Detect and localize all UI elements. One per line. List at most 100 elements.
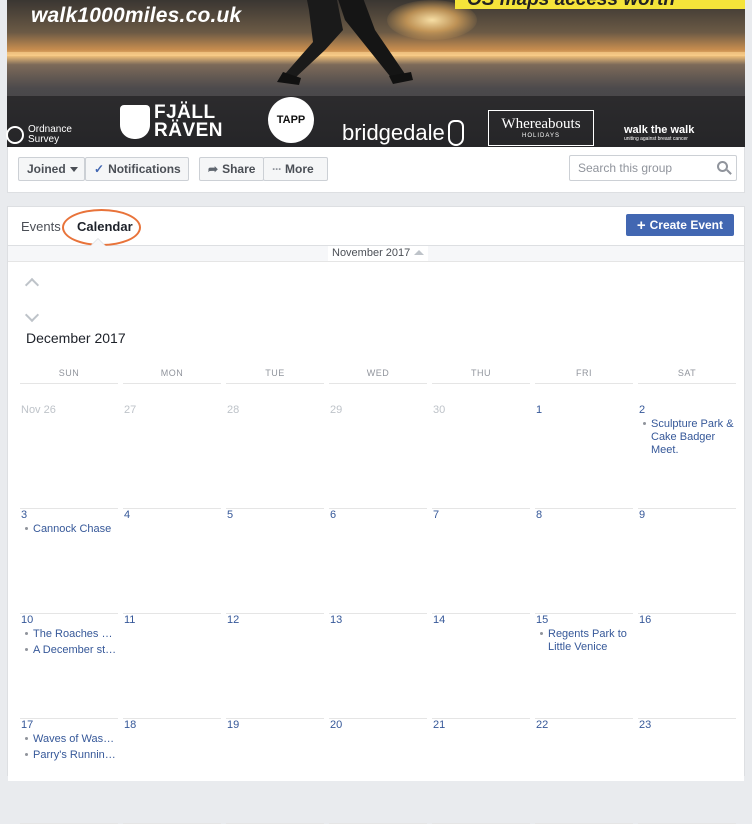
day-number: 21 xyxy=(433,719,446,731)
calendar-day-cell[interactable]: 7 xyxy=(432,509,530,614)
calendar-day-cell[interactable]: 30 xyxy=(432,404,530,509)
notifications-label: Notifications xyxy=(108,162,181,176)
chevron-down-icon xyxy=(69,167,78,173)
day-number: 30 xyxy=(433,404,446,416)
day-number: 2 xyxy=(639,404,646,416)
calendar-day-cell[interactable]: 3 Cannock Chase xyxy=(20,509,118,614)
calendar-day-cell[interactable]: 13 xyxy=(329,614,427,719)
calendar-day-cell[interactable]: 14 xyxy=(432,614,530,719)
day-number: 19 xyxy=(227,719,240,731)
calendar-day-cell[interactable]: 5 xyxy=(226,509,324,614)
calendar-day-cell[interactable]: 17 Waves of Waste... Parry's Running... xyxy=(20,719,118,824)
share-icon: ➦ xyxy=(208,162,219,176)
create-event-button[interactable]: + Create Event xyxy=(625,214,734,236)
cover-site-text: walk1000miles.co.uk xyxy=(31,4,242,27)
day-number: 17 xyxy=(21,719,34,731)
calendar-day-cell[interactable]: 6 xyxy=(329,509,427,614)
day-number: 4 xyxy=(124,509,131,521)
calendar-day-cell[interactable]: 16 xyxy=(638,614,736,719)
calendar-day-cell[interactable]: 12 xyxy=(226,614,324,719)
more-dots-icon: ··· xyxy=(272,162,282,176)
share-button[interactable]: ➦ Share xyxy=(199,157,264,181)
tab-events[interactable]: Events xyxy=(21,219,61,234)
calendar-day-cell[interactable]: 29 xyxy=(329,404,427,509)
more-label: More xyxy=(285,162,314,176)
day-number: 11 xyxy=(124,614,136,626)
calendar-day-cell[interactable]: 28 xyxy=(226,404,324,509)
day-number: 7 xyxy=(433,509,440,521)
day-of-week-header: SAT xyxy=(638,368,736,384)
calendar-event-link[interactable]: The Roaches & ... xyxy=(25,628,117,641)
day-of-week-header: WED xyxy=(329,368,427,384)
whereabouts-logo: Whereabouts HOLIDAYS xyxy=(488,110,594,146)
calendar-day-cell[interactable]: 2 Sculpture Park & Cake Badger Meet. xyxy=(638,404,736,509)
calendar-day-cell[interactable]: Nov 26 xyxy=(20,404,118,509)
search-input[interactable] xyxy=(570,156,706,180)
walkthewalk-logo: walk the walk uniting against breast canc… xyxy=(624,124,694,142)
calendar-day-cell[interactable]: 4 xyxy=(123,509,221,614)
calendar-day-cell[interactable]: 20 xyxy=(329,719,427,824)
day-number: 18 xyxy=(124,719,137,731)
cover-promo-text: OS maps access worth £23.99 xyxy=(455,0,745,9)
calendar-event-link[interactable]: Parry's Running... xyxy=(25,749,117,762)
day-number: 16 xyxy=(639,614,652,626)
chevron-up-icon[interactable] xyxy=(24,277,40,293)
day-number: 8 xyxy=(536,509,543,521)
check-icon: ✓ xyxy=(94,162,105,176)
walker-silhouette-icon xyxy=(277,0,413,85)
day-number: 23 xyxy=(639,719,652,731)
group-search xyxy=(569,155,737,181)
ordnance-survey-logo: Ordnance Survey xyxy=(6,125,72,145)
notifications-button[interactable]: ✓ Notifications xyxy=(85,157,189,181)
day-number: 5 xyxy=(227,509,234,521)
calendar-event-link[interactable]: Waves of Waste... xyxy=(25,733,117,746)
calendar-event-link[interactable]: Regents Park to Little Venice xyxy=(540,628,632,654)
more-button[interactable]: ··· More xyxy=(263,157,328,181)
whereabouts-sub: HOLIDAYS xyxy=(522,133,560,139)
prev-month-label[interactable]: November 2017 xyxy=(328,246,429,261)
day-number: 10 xyxy=(21,614,34,626)
calendar-day-cell[interactable]: 9 xyxy=(638,509,736,614)
calendar-day-cell[interactable]: 18 xyxy=(123,719,221,824)
day-number: 14 xyxy=(433,614,446,626)
calendar-day-cell[interactable]: 10 The Roaches & ... A December sto... xyxy=(20,614,118,719)
day-number: 20 xyxy=(330,719,343,731)
walkthewalk-sub: uniting against breast cancer xyxy=(624,136,688,142)
active-tab-pointer xyxy=(90,238,106,246)
calendar-day-cell[interactable]: 15 Regents Park to Little Venice xyxy=(535,614,633,719)
calendar-event-link[interactable]: A December sto... xyxy=(25,644,117,657)
calendar-month: December 2017 SUN MON TUE WED THU FRI SAT Nov … xyxy=(8,261,744,824)
create-event-label: Create Event xyxy=(649,218,723,232)
fjallraven-line2: RÄVEN xyxy=(154,120,224,141)
month-title: December 2017 xyxy=(26,330,126,346)
day-events-list: The Roaches & ... A December sto... xyxy=(25,628,117,660)
calendar-event-link[interactable]: Cannock Chase xyxy=(25,523,117,536)
joined-label: Joined xyxy=(27,162,66,176)
share-label: Share xyxy=(222,162,256,176)
day-number: 3 xyxy=(21,509,28,521)
day-number: 28 xyxy=(227,404,240,416)
day-number: 12 xyxy=(227,614,240,626)
events-tabs: Events Calendar + Create Event xyxy=(8,207,744,246)
day-events-list: Regents Park to Little Venice xyxy=(540,628,632,657)
group-action-bar: Joined ✓ Notifications ➦ Share ··· More xyxy=(7,147,745,193)
fox-icon xyxy=(120,105,150,139)
day-number: 29 xyxy=(330,404,343,416)
prev-month-text: November 2017 xyxy=(332,247,411,259)
calendar-day-cell[interactable]: 11 xyxy=(123,614,221,719)
search-icon[interactable] xyxy=(717,161,728,172)
day-number: 9 xyxy=(639,509,646,521)
chevron-down-icon[interactable] xyxy=(24,307,40,323)
day-number: 15 xyxy=(536,614,549,626)
joined-button[interactable]: Joined xyxy=(18,157,85,181)
calendar-day-cell[interactable]: 19 xyxy=(226,719,324,824)
calendar-day-cell[interactable]: 23 xyxy=(638,719,736,824)
calendar-day-cell[interactable]: 22 xyxy=(535,719,633,824)
calendar-event-link[interactable]: Sculpture Park & Cake Badger Meet. xyxy=(643,418,735,457)
calendar-day-cell[interactable]: 8 xyxy=(535,509,633,614)
whereabouts-text: Whereabouts xyxy=(501,116,581,132)
caret-up-icon xyxy=(414,250,425,255)
calendar-day-cell[interactable]: 21 xyxy=(432,719,530,824)
calendar-day-cell[interactable]: 1 xyxy=(535,404,633,509)
calendar-day-cell[interactable]: 27 xyxy=(123,404,221,509)
